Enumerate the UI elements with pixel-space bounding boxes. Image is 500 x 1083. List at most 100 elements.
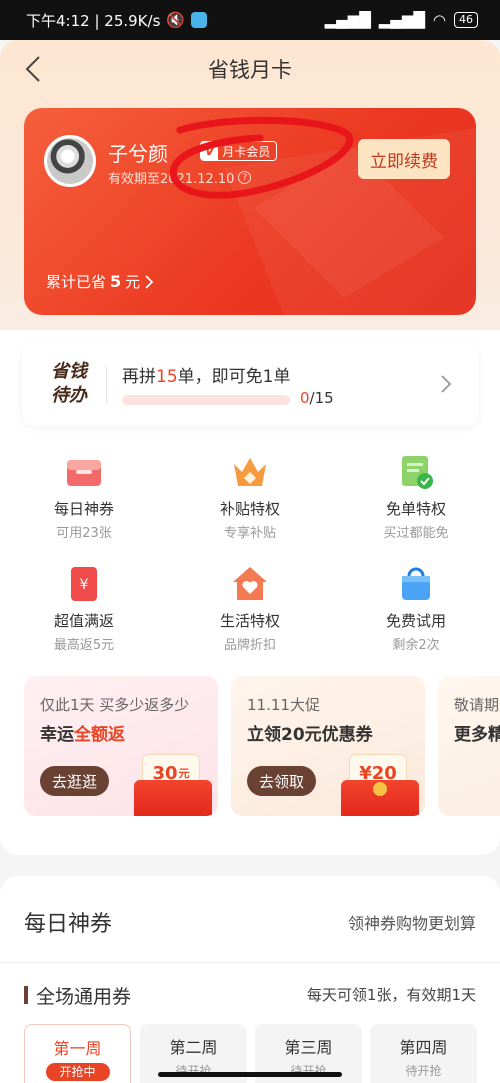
feature-cashback[interactable]: ¥ 超值满返 最高返5元 — [4, 564, 164, 653]
subsection-title: 全场通用券 — [36, 986, 132, 1008]
chevron-left-icon — [25, 56, 40, 82]
avatar[interactable] — [44, 135, 96, 187]
promo-line1: 11.11大促 — [247, 696, 320, 714]
back-button[interactable] — [18, 54, 48, 84]
week-label: 第一周 — [53, 1039, 102, 1058]
feature-free-order[interactable]: 免单特权 买过都能免 — [336, 452, 496, 541]
promo-line2: 立领20元优惠券 — [247, 725, 373, 745]
accent-bar — [24, 986, 28, 1004]
week-label: 第三周 — [284, 1038, 333, 1057]
member-badge: V 月卡会员 — [200, 141, 278, 161]
nav-bar: 省钱月卡 — [0, 40, 500, 98]
progress-done: 0 — [300, 389, 310, 407]
tab-week-1[interactable]: 第一周 开抢中 — [24, 1024, 131, 1083]
expiry-date: 有效期至2021.12.10 ? — [108, 168, 252, 187]
help-icon[interactable]: ? — [238, 171, 252, 184]
saved-amount: 5 — [110, 272, 122, 291]
subsection-note: 每天可领1张，有效期1天 — [306, 986, 476, 1004]
chevron-right-icon — [145, 274, 154, 289]
status-time-speed: 下午4:12 | 25.9K/s — [26, 11, 161, 30]
mute-icon: 🔇 — [166, 11, 186, 29]
saved-suffix: 元 — [125, 273, 141, 291]
feature-sub: 剩余2次 — [392, 638, 440, 653]
checked-document-icon — [396, 452, 436, 492]
feature-title: 生活特权 — [219, 612, 280, 630]
feature-daily-coupon[interactable]: 每日神券 可用23张 — [4, 452, 164, 541]
feature-sub: 买过都能免 — [383, 526, 449, 541]
promo-line1: 仅此1天 买多少返多少 — [40, 696, 190, 714]
coupon-box-icon — [64, 452, 104, 492]
status-bar: 下午4:12 | 25.9K/s 🔇 ▂▄▆█ ▂▄▆█ ◠ 46 — [0, 0, 500, 40]
feature-sub: 可用23张 — [56, 526, 112, 541]
promo-line2: 更多精 — [454, 725, 500, 745]
divider — [0, 962, 500, 963]
expiry-text: 有效期至2021.12.10 — [108, 172, 235, 187]
heart-house-icon — [230, 564, 270, 604]
crown-icon — [230, 452, 270, 492]
total-saved-link[interactable]: 累计已省 5 元 — [46, 271, 154, 292]
feature-free-trial[interactable]: 免费试用 剩余2次 — [336, 564, 496, 653]
feature-subsidy[interactable]: 补贴特权 专享补贴 — [170, 452, 330, 541]
feature-sub: 最高返5元 — [53, 638, 115, 653]
signal-icon: ▂▄▆█ — [324, 11, 371, 29]
promo-line2-highlight: 全额返 — [74, 725, 125, 745]
todo-text: 再拼15单，即可免1单 — [122, 362, 290, 387]
daily-coupon-section: 每日神券 领神券购物更划算 全场通用券 每天可领1张，有效期1天 第一周 开抢中… — [0, 876, 500, 1083]
shopping-bag-icon — [396, 564, 436, 604]
member-badge-label: 月卡会员 — [222, 144, 271, 159]
week-status: 待开抢 — [405, 1064, 442, 1078]
feature-title: 超值满返 — [53, 612, 114, 630]
username: 子兮颜 — [108, 142, 168, 166]
feature-title: 每日神券 — [53, 500, 114, 518]
home-indicator[interactable] — [158, 1072, 342, 1077]
chevron-right-icon — [441, 375, 452, 393]
feature-title: 免单特权 — [385, 500, 446, 518]
week-label: 第二周 — [169, 1038, 218, 1057]
promo-line2-prefix: 幸运 — [40, 725, 74, 745]
promo-line1: 敬请期 — [454, 696, 500, 714]
week-status: 待开抢 — [175, 1064, 212, 1078]
progress-label: 0/15 — [300, 389, 334, 407]
todo-progress-bar — [122, 395, 290, 405]
feature-sub: 专享补贴 — [223, 526, 276, 541]
claim-button[interactable]: 去领取 — [247, 766, 317, 796]
savings-todo-card[interactable]: 省钱 待办 再拼15单，即可免1单 0/15 — [22, 342, 478, 426]
browse-button[interactable]: 去逛逛 — [40, 766, 110, 796]
app-notification-icon — [191, 12, 208, 28]
todo-tag-line1: 省钱 — [51, 361, 87, 382]
renew-button[interactable]: 立即续费 — [358, 139, 450, 179]
section-title: 每日神券 — [24, 912, 113, 937]
promo-card-upcoming[interactable]: 敬请期 更多精 — [438, 676, 500, 816]
todo-text-suffix: 单，即可免1单 — [177, 367, 291, 387]
page-title: 省钱月卡 — [208, 58, 292, 82]
section-subtitle: 领神券购物更划算 — [347, 914, 476, 933]
week-label: 第四周 — [399, 1038, 448, 1057]
todo-count: 15 — [156, 367, 178, 387]
feature-sub: 品牌折扣 — [223, 638, 276, 653]
week-status: 开抢中 — [45, 1063, 110, 1081]
svg-text:¥: ¥ — [80, 577, 89, 593]
todo-text-prefix: 再拼 — [122, 367, 156, 387]
promo-carousel: 仅此1天 买多少返多少 幸运全额返 去逛逛 30 元 11.11大促 立领20元优… — [24, 676, 500, 816]
vip-icon: V — [201, 142, 219, 160]
tab-week-4[interactable]: 第四周 待开抢 — [370, 1024, 477, 1083]
envelope-amount-unit: 元 — [178, 767, 190, 780]
todo-tag-line2: 待办 — [51, 385, 87, 406]
red-envelope-icon: ¥20 — [341, 750, 419, 816]
red-envelope-icon: 30 元 — [134, 750, 212, 816]
promo-card-cashback[interactable]: 仅此1天 买多少返多少 幸运全额返 去逛逛 30 元 — [24, 676, 218, 816]
feature-life-privilege[interactable]: 生活特权 品牌折扣 — [170, 564, 330, 653]
divider — [106, 366, 107, 404]
member-card: 子兮颜 V 月卡会员 有效期至2021.12.10 ? 立即续费 累计已省 5 元 — [24, 108, 476, 315]
feature-title: 补贴特权 — [219, 500, 280, 518]
feature-title: 免费试用 — [385, 612, 446, 630]
todo-tag: 省钱 待办 — [44, 360, 94, 408]
wifi-icon: ◠ — [432, 11, 446, 29]
yuan-envelope-icon: ¥ — [64, 564, 104, 604]
promo-line2: 幸运全额返 — [40, 720, 125, 745]
week-status: 待开抢 — [290, 1064, 327, 1078]
promo-card-coupon[interactable]: 11.11大促 立领20元优惠券 去领取 ¥20 — [231, 676, 425, 816]
progress-total: /15 — [309, 389, 334, 407]
signal-icon-2: ▂▄▆█ — [378, 11, 425, 29]
saved-prefix: 累计已省 — [46, 273, 107, 291]
